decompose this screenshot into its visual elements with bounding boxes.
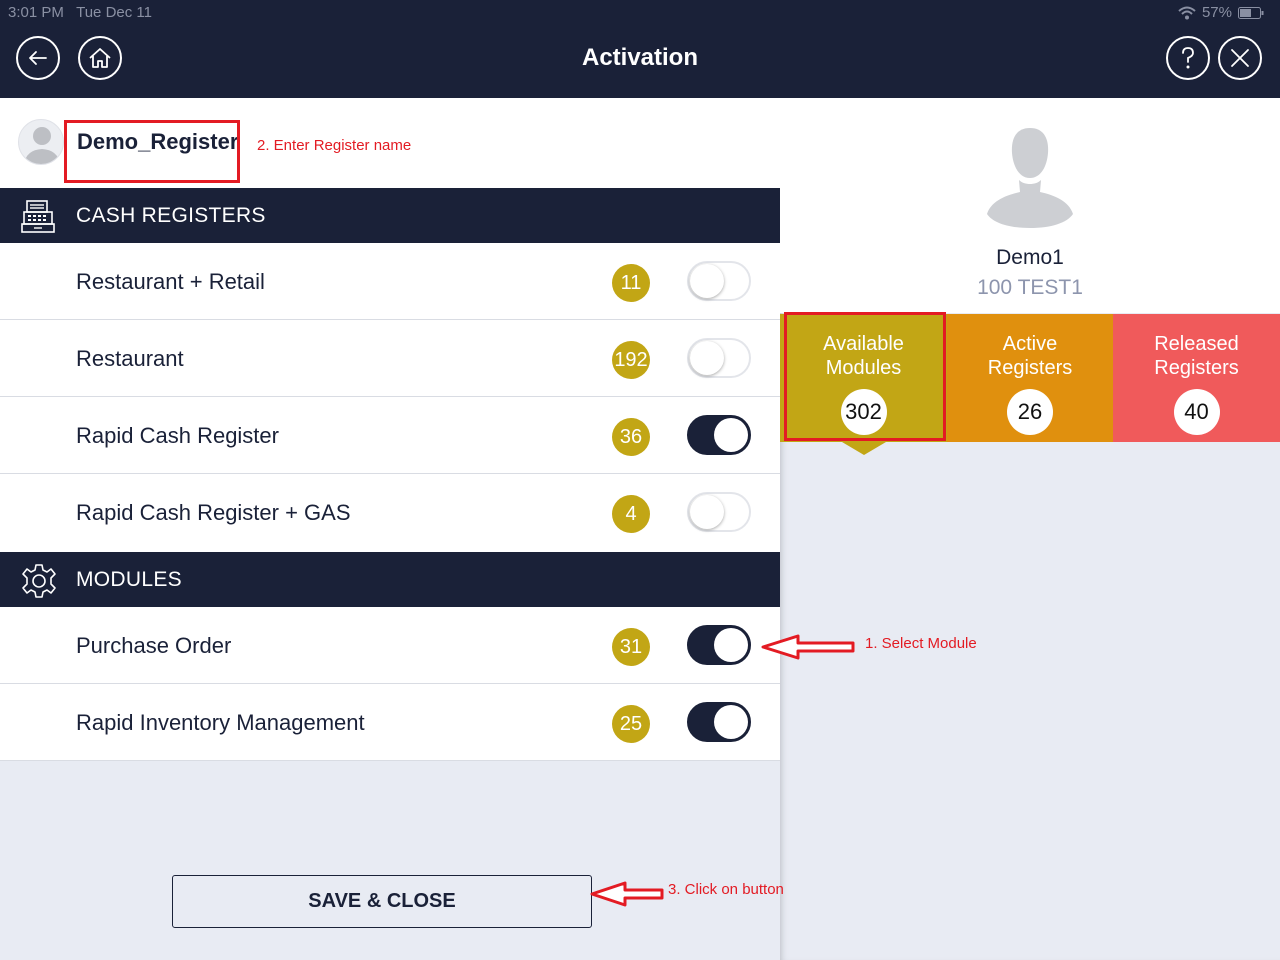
item-label: Rapid Cash Register + GAS <box>76 500 351 525</box>
save-close-button[interactable]: SAVE & CLOSE <box>172 875 592 928</box>
close-button[interactable] <box>1218 36 1262 80</box>
list-item-rapid-cash-register: Rapid Cash Register 36 <box>0 397 780 474</box>
toggle-switch[interactable] <box>687 415 751 455</box>
arrow-annotation-step1 <box>761 634 855 660</box>
arrow-annotation-step3 <box>590 881 664 907</box>
header-bar: Activation <box>0 26 1280 98</box>
toggle-knob <box>690 341 724 375</box>
user-avatar-icon <box>987 128 1073 228</box>
status-right: 57% <box>1178 4 1264 21</box>
stat-label-line1: Released <box>1154 333 1239 355</box>
list-item-purchase-order: Purchase Order 31 <box>0 607 780 684</box>
count-badge: 31 <box>612 628 650 666</box>
item-label: Purchase Order <box>76 633 232 658</box>
section-title: CASH REGISTERS <box>76 204 266 227</box>
item-label: Rapid Inventory Management <box>76 710 365 735</box>
left-panel: Demo_Register 2. Enter Register name CAS… <box>0 98 780 960</box>
user-icon <box>24 127 60 164</box>
register-name-highlight <box>64 120 240 183</box>
count-badge: 4 <box>612 495 650 533</box>
item-label: Rapid Cash Register <box>76 423 279 448</box>
profile-code: 100 TEST1 <box>977 276 1083 299</box>
stat-label-line2: Registers <box>1154 357 1239 379</box>
list-item-restaurant-retail: Restaurant + Retail 11 <box>0 243 780 320</box>
toggle-knob <box>690 264 724 298</box>
annotation-step2: 2. Enter Register name <box>257 137 412 154</box>
avatar <box>18 119 64 165</box>
available-modules-highlight <box>784 312 946 441</box>
annotation-step3: 3. Click on button <box>668 881 784 898</box>
stat-value: 40 <box>1173 389 1220 435</box>
toggle-switch[interactable] <box>687 261 751 301</box>
count-badge: 25 <box>612 705 650 743</box>
item-label: Restaurant <box>76 346 184 371</box>
profile-name: Demo1 <box>996 246 1064 269</box>
page-title: Activation <box>581 44 698 71</box>
item-label: Restaurant + Retail <box>76 269 265 294</box>
status-time-date: 3:01 PM Tue Dec 11 <box>8 4 152 21</box>
profile-card: Demo1 100 TEST1 <box>780 98 1280 313</box>
battery-icon <box>1238 6 1264 19</box>
status-date: Tue Dec 11 <box>76 4 152 21</box>
close-icon <box>1231 49 1249 67</box>
list-item-restaurant: Restaurant 192 <box>0 320 780 397</box>
stat-active-registers[interactable]: Active Registers 26 <box>947 314 1113 442</box>
gear-icon <box>20 562 58 605</box>
cash-register-icon <box>20 198 58 241</box>
toggle-knob <box>690 495 724 529</box>
selected-pointer <box>842 442 886 455</box>
battery-percent: 57% <box>1201 4 1232 21</box>
wifi-icon <box>1178 6 1196 19</box>
section-title: MODULES <box>76 568 182 591</box>
question-icon <box>1182 47 1194 69</box>
toggle-switch[interactable] <box>687 492 751 532</box>
toggle-knob <box>714 705 748 739</box>
list-item-rapid-cash-register-gas: Rapid Cash Register + GAS 4 <box>0 474 780 552</box>
toggle-switch[interactable] <box>687 702 751 742</box>
toggle-knob <box>714 418 748 452</box>
help-button[interactable] <box>1166 36 1210 80</box>
toggle-knob <box>714 628 748 662</box>
list-item-rapid-inventory-management: Rapid Inventory Management 25 <box>0 684 780 761</box>
toggle-switch[interactable] <box>687 338 751 378</box>
toggle-switch[interactable] <box>687 625 751 665</box>
stat-label-line1: Active <box>1002 333 1058 355</box>
stat-released-registers[interactable]: Released Registers 40 <box>1113 314 1280 442</box>
annotation-step1: 1. Select Module <box>865 635 977 652</box>
right-panel: Demo1 100 TEST1 Available Modules 302 Ac… <box>780 98 1280 960</box>
stat-label: Active Registers <box>947 332 1113 380</box>
status-time: 3:01 PM <box>8 4 64 21</box>
count-badge: 11 <box>612 264 650 302</box>
register-name-row: Demo_Register 2. Enter Register name <box>0 98 780 188</box>
count-badge: 192 <box>612 341 650 379</box>
status-bar: 3:01 PM Tue Dec 11 57% <box>0 0 1280 26</box>
count-badge: 36 <box>612 418 650 456</box>
section-modules: MODULES <box>0 552 780 607</box>
stat-label-line2: Registers <box>987 357 1073 379</box>
section-cash-registers: CASH REGISTERS <box>0 188 780 243</box>
stat-label: Released Registers <box>1113 332 1280 380</box>
stat-value: 26 <box>1007 389 1053 435</box>
